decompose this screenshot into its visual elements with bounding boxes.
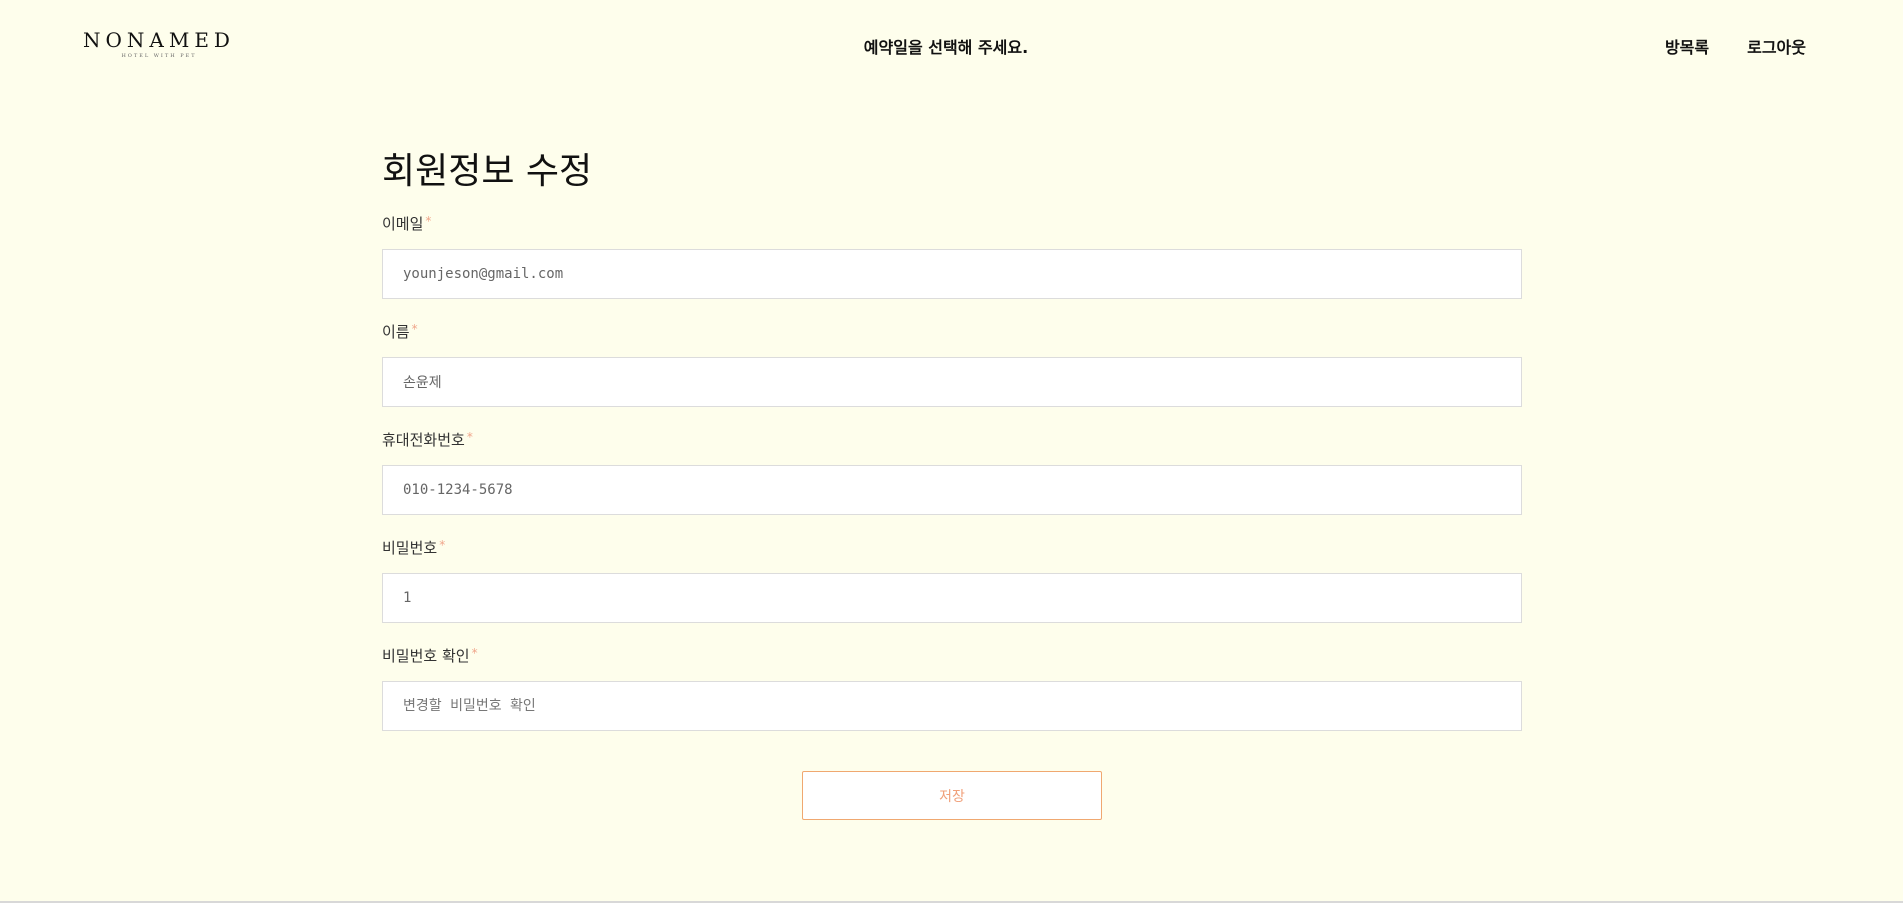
name-input[interactable] bbox=[382, 357, 1522, 407]
page: NONAMED HOTEL WITH PET 예약일을 선택해 주세요. 방목록… bbox=[0, 0, 1903, 903]
password-field-group: 비밀번호 * bbox=[382, 538, 1522, 623]
password-confirm-field-group: 비밀번호 확인 * bbox=[382, 646, 1522, 731]
phone-field-group: 휴대전화번호 * bbox=[382, 430, 1522, 515]
password-confirm-input[interactable] bbox=[382, 681, 1522, 731]
name-field-group: 이름 * bbox=[382, 322, 1522, 407]
save-button[interactable]: 저장 bbox=[802, 771, 1102, 820]
password-input[interactable] bbox=[382, 573, 1522, 623]
profile-edit-form: 회원정보 수정 이메일 * 이름 * 휴대전화번호 * 비밀번호 bbox=[382, 148, 1522, 731]
email-label: 이메일 bbox=[382, 215, 424, 233]
required-mark: * bbox=[425, 214, 432, 228]
phone-label: 휴대전화번호 bbox=[382, 431, 465, 449]
password-confirm-label: 비밀번호 확인 bbox=[382, 647, 470, 665]
nav-rooms-link[interactable]: 방목록 bbox=[1665, 34, 1709, 58]
page-title: 회원정보 수정 bbox=[382, 151, 593, 192]
name-label: 이름 bbox=[382, 323, 410, 341]
required-mark: * bbox=[411, 322, 418, 336]
email-input[interactable] bbox=[382, 249, 1522, 299]
phone-input[interactable] bbox=[382, 465, 1522, 515]
required-mark: * bbox=[471, 646, 478, 660]
nav-logout-link[interactable]: 로그아웃 bbox=[1747, 34, 1806, 58]
date-select-prompt[interactable]: 예약일을 선택해 주세요. bbox=[0, 34, 1903, 58]
required-mark: * bbox=[466, 430, 473, 444]
header-nav: 방목록 로그아웃 bbox=[1665, 34, 1806, 58]
email-field-group: 이메일 * bbox=[382, 214, 1522, 299]
password-label: 비밀번호 bbox=[382, 539, 438, 557]
required-mark: * bbox=[439, 538, 446, 552]
